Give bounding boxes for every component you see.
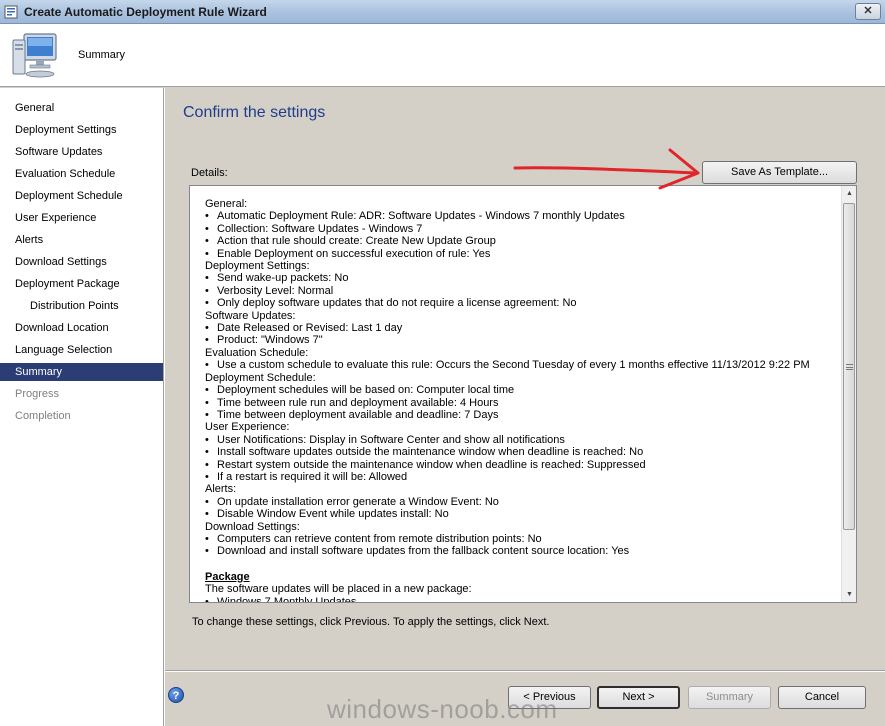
computer-icon <box>12 33 57 78</box>
details-section-heading: Alerts: <box>205 483 237 496</box>
details-item: On update installation error generate a … <box>205 496 835 509</box>
watermark: windows-noob.com <box>327 694 558 724</box>
window-title: Create Automatic Deployment Rule Wizard <box>24 5 267 19</box>
sidebar-item-alerts[interactable]: Alerts <box>0 231 163 249</box>
footer-divider <box>165 670 885 672</box>
details-item: Product: "Windows 7" <box>205 334 835 347</box>
details-section-heading: Software Updates: <box>205 309 296 322</box>
sidebar-item-progress: Progress <box>15 388 60 400</box>
details-section-heading: Download Settings: <box>205 520 300 533</box>
sidebar-item-summary[interactable]: Summary <box>0 363 163 381</box>
page-title: Confirm the settings <box>183 104 326 121</box>
wizard-sidebar: General Deployment Settings Software Upd… <box>0 88 163 726</box>
sidebar-item-general[interactable]: General <box>0 99 163 117</box>
summary-button: Summary <box>688 686 771 709</box>
details-item: Enable Deployment on successful executio… <box>205 248 835 261</box>
details-scrollbar[interactable]: ▲ ▼ <box>841 186 856 602</box>
header-title: Summary <box>78 49 126 61</box>
details-item: Computers can retrieve content from remo… <box>205 533 835 546</box>
details-item: Send wake-up packets: No <box>205 272 835 285</box>
close-icon: ✕ <box>863 5 873 17</box>
details-section-heading: Evaluation Schedule: <box>205 346 309 359</box>
details-section-heading: User Experience: <box>205 421 290 434</box>
title-bar: Create Automatic Deployment Rule Wizard … <box>0 0 885 24</box>
sidebar-item-deployment-schedule[interactable]: Deployment Schedule <box>0 187 163 205</box>
package-line: The software updates will be placed in a… <box>205 583 472 596</box>
scroll-up-icon[interactable]: ▲ <box>842 186 856 201</box>
details-item: Disable Window Event while updates insta… <box>205 508 835 521</box>
details-item: Only deploy software updates that do not… <box>205 297 835 310</box>
sidebar-item-completion: Completion <box>15 410 71 422</box>
package-heading: Package <box>205 570 250 583</box>
details-item: Time between rule run and deployment ava… <box>205 397 835 410</box>
details-item: Deployment schedules will be based on: C… <box>205 384 835 397</box>
scroll-thumb[interactable] <box>843 203 855 530</box>
sidebar-item-deployment-settings[interactable]: Deployment Settings <box>0 121 163 139</box>
close-button[interactable]: ✕ <box>855 3 881 20</box>
wizard-icon <box>4 5 18 19</box>
instructions-text: To change these settings, click Previous… <box>192 616 550 628</box>
scroll-down-icon[interactable]: ▼ <box>842 587 856 602</box>
details-section-heading: Deployment Settings: <box>205 260 310 273</box>
package-item: Windows 7 Monthly Updates <box>205 596 835 602</box>
next-button[interactable]: Next > <box>597 686 680 709</box>
grip-icon <box>846 364 853 370</box>
sidebar-item-deployment-package[interactable]: Deployment Package <box>0 275 163 293</box>
cancel-button[interactable]: Cancel <box>778 686 866 709</box>
details-section-heading: Deployment Schedule: <box>205 371 316 384</box>
details-section-heading: General: <box>205 198 248 210</box>
details-item: If a restart is required it will be: All… <box>205 471 835 484</box>
sidebar-divider <box>163 88 165 726</box>
sidebar-item-evaluation-schedule[interactable]: Evaluation Schedule <box>0 165 163 183</box>
details-item: Automatic Deployment Rule: ADR: Software… <box>205 210 835 223</box>
sidebar-item-user-experience[interactable]: User Experience <box>0 209 163 227</box>
sidebar-item-distribution-points[interactable]: Distribution Points <box>0 297 163 315</box>
details-content: General:Automatic Deployment Rule: ADR: … <box>205 198 835 602</box>
details-item: Download and install software updates fr… <box>205 545 835 558</box>
save-as-template-button[interactable]: Save As Template... <box>702 161 857 184</box>
details-item: Collection: Software Updates - Windows 7 <box>205 223 835 236</box>
sidebar-item-download-settings[interactable]: Download Settings <box>0 253 163 271</box>
details-label: Details: <box>191 167 228 179</box>
details-item: Action that rule should create: Create N… <box>205 235 835 248</box>
details-item: User Notifications: Display in Software … <box>205 434 835 447</box>
details-item: Verbosity Level: Normal <box>205 285 835 298</box>
help-icon[interactable]: ? <box>168 687 184 703</box>
details-item: Use a custom schedule to evaluate this r… <box>205 359 835 372</box>
wizard-header: Summary <box>0 24 885 87</box>
sidebar-item-language-selection[interactable]: Language Selection <box>0 341 163 359</box>
details-item: Time between deployment available and de… <box>205 409 835 422</box>
details-item: Date Released or Revised: Last 1 day <box>205 322 835 335</box>
details-textbox[interactable]: General:Automatic Deployment Rule: ADR: … <box>189 185 857 603</box>
details-item: Restart system outside the maintenance w… <box>205 459 835 472</box>
sidebar-item-software-updates[interactable]: Software Updates <box>0 143 163 161</box>
sidebar-item-download-location[interactable]: Download Location <box>0 319 163 337</box>
annotation-arrow-icon <box>513 148 700 190</box>
details-item: Install software updates outside the mai… <box>205 446 835 459</box>
